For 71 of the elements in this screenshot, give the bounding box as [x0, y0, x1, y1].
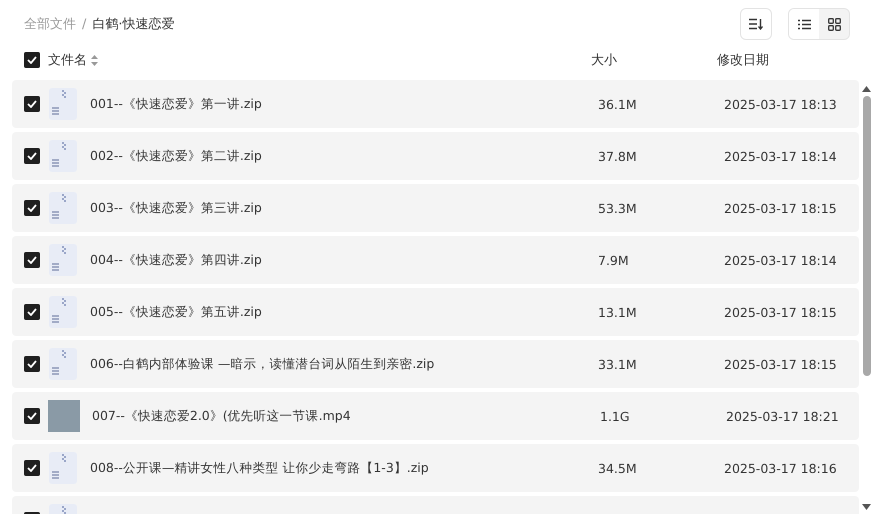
file-size: 36.1M — [598, 96, 638, 112]
zip-file-icon — [48, 452, 78, 484]
file-row[interactable]: 001--《快速恋爱》第一讲.zip 36.1M 2025-03-17 18:13 — [12, 80, 859, 128]
column-header[interactable]: 文件名 — [48, 51, 87, 69]
check-icon — [27, 152, 37, 160]
sort-arrows-icon[interactable] — [91, 54, 98, 66]
file-size: 13.1M — [598, 304, 638, 320]
list-icon — [798, 18, 810, 30]
row-checkbox[interactable] — [24, 304, 40, 320]
zip-file-icon — [48, 88, 78, 120]
file-name[interactable]: 002--《快速恋爱》第二讲.zip — [90, 148, 598, 164]
zip-file-icon — [48, 348, 78, 380]
check-icon — [27, 360, 37, 368]
file-size: 37.8M — [598, 148, 638, 164]
column-header[interactable]: 修改日期 — [717, 51, 769, 69]
check-icon — [27, 464, 37, 472]
select-all-checkbox[interactable] — [24, 52, 40, 68]
zip-file-icon — [48, 192, 78, 224]
file-name[interactable]: 004--《快速恋爱》第四讲.zip — [90, 252, 598, 268]
row-checkbox[interactable] — [24, 356, 40, 372]
row-checkbox[interactable] — [24, 408, 40, 424]
file-row[interactable]: 002--《快速恋爱》第二讲.zip 37.8M 2025-03-17 18:14 — [12, 132, 859, 180]
sort-button[interactable] — [740, 8, 772, 40]
zip-file-icon — [48, 244, 78, 276]
file-size: 1.1G — [600, 408, 631, 424]
modified-date: 2025-03-17 18:15 — [724, 304, 837, 320]
row-checkbox[interactable] — [24, 96, 40, 112]
row-checkbox[interactable] — [24, 460, 40, 476]
modified-date: 2025-03-17 18:15 — [724, 356, 837, 372]
file-row[interactable]: 008--公开课—精讲女性八种类型 让你少走弯路【1-3】.zip 34.5M 2025-03-17 18:16 — [12, 444, 859, 492]
check-icon — [27, 256, 37, 264]
sort-icon — [749, 18, 763, 30]
file-row[interactable]: 007--《快速恋爱2.0》(优先听这一节课.mp4 1.1G 2025-03-17 18:21 — [12, 392, 859, 440]
file-size: 53.3M — [598, 200, 638, 216]
check-icon — [27, 56, 37, 64]
file-row[interactable]: 004--《快速恋爱》第四讲.zip 7.9M 2025-03-17 18:14 — [12, 236, 859, 284]
file-size: 7.9M — [598, 252, 630, 268]
file-name[interactable]: 003--《快速恋爱》第三讲.zip — [90, 200, 598, 216]
file-name[interactable]: 001--《快速恋爱》第一讲.zip — [90, 96, 598, 112]
grid-icon — [828, 18, 840, 30]
video-thumbnail-placeholder — [48, 400, 80, 432]
file-size: 34.5M — [598, 460, 638, 476]
modified-date: 2025-03-17 18:16 — [724, 460, 837, 476]
check-icon — [27, 204, 37, 212]
breadcrumb-item: 白鹤·快速恋爱 — [92, 16, 175, 33]
modified-date: 2025-03-17 18:14 — [724, 148, 837, 164]
scroll-up-icon[interactable] — [862, 86, 871, 92]
modified-date: 2025-03-17 18:15 — [724, 200, 837, 216]
modified-date: 2025-03-17 18:13 — [724, 96, 837, 112]
check-icon — [27, 100, 37, 108]
check-icon — [27, 308, 37, 316]
file-size: 33.1M — [598, 356, 638, 372]
column-header[interactable]: 大小 — [591, 51, 717, 69]
row-checkbox[interactable] — [24, 252, 40, 268]
zip-file-icon — [48, 296, 78, 328]
scroll-down-icon[interactable] — [862, 504, 871, 510]
check-icon — [27, 412, 37, 420]
row-checkbox[interactable] — [24, 148, 40, 164]
zip-file-icon — [48, 140, 78, 172]
list-view-button[interactable] — [789, 9, 819, 39]
file-row[interactable]: 005--《快速恋爱》第五讲.zip 13.1M 2025-03-17 18:15 — [12, 288, 859, 336]
modified-date: 2025-03-17 18:21 — [726, 408, 839, 424]
file-row[interactable]: 003--《快速恋爱》第三讲.zip 53.3M 2025-03-17 18:15 — [12, 184, 859, 232]
breadcrumb-separator: / — [82, 16, 86, 32]
file-name[interactable]: 005--《快速恋爱》第五讲.zip — [90, 304, 598, 320]
file-row[interactable]: 006--白鹤内部体验课 —暗示，读懂潜台词从陌生到亲密.zip 33.1M 2025-03-17 18:15 — [12, 340, 859, 388]
file-name[interactable]: 007--《快速恋爱2.0》(优先听这一节课.mp4 — [92, 408, 600, 424]
row-checkbox[interactable] — [24, 200, 40, 216]
file-name[interactable]: 006--白鹤内部体验课 —暗示，读懂潜台词从陌生到亲密.zip — [90, 356, 598, 372]
file-name[interactable]: 008--公开课—精讲女性八种类型 让你少走弯路【1-3】.zip — [90, 460, 598, 476]
modified-date: 2025-03-17 18:14 — [724, 252, 837, 268]
